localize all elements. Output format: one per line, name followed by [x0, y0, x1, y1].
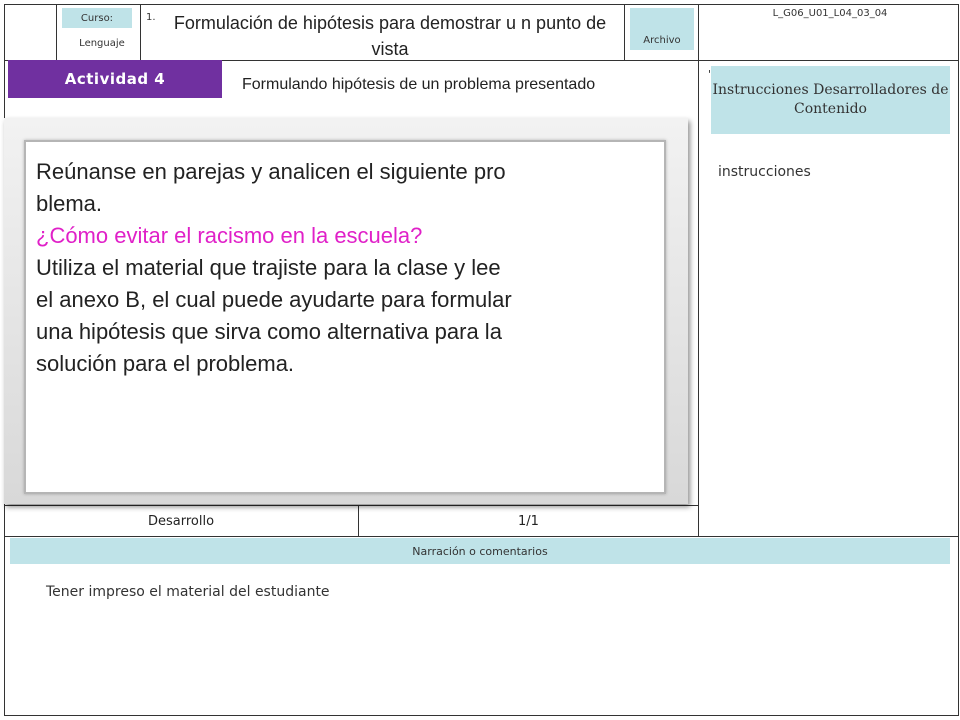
grid-line: [698, 4, 699, 536]
grid-line: [4, 715, 959, 716]
grid-line: [140, 4, 141, 60]
grid-line: [4, 536, 959, 537]
stage-label: Desarrollo: [147, 513, 215, 529]
grid-line: [624, 4, 625, 60]
grid-line: [4, 4, 959, 5]
card-line: una hipótesis que sirva como alternativa…: [36, 319, 502, 344]
card-line: Reúnanse en parejas y analicen el siguie…: [36, 159, 506, 184]
grid-line: [958, 4, 959, 716]
page-indicator: 1/1: [518, 513, 539, 529]
grid-line: [56, 4, 57, 60]
instructions-text: instrucciones: [718, 164, 811, 180]
course-label: Curso:: [62, 8, 132, 28]
card-question: ¿Cómo evitar el racismo en la escuela?: [36, 223, 423, 248]
card-line: solución para el problema.: [36, 351, 295, 376]
narration-header: Narración o comentarios: [10, 538, 950, 564]
page-title: Formulación de hipótesis para demostrar …: [173, 13, 607, 59]
card-line: blema.: [36, 191, 103, 216]
activity-subtitle: Formulando hipótesis de un problema pres…: [242, 76, 596, 93]
card-text: Reúnanse en parejas y analicen el siguie…: [36, 156, 656, 380]
file-code: L_G06_U01_L04_03_04: [772, 8, 888, 19]
instructions-header: Instrucciones Desarrolladores de Conteni…: [711, 66, 950, 134]
card-line: el anexo B, el cual puede ayudarte para …: [36, 287, 512, 312]
file-label: Archivo: [630, 8, 694, 50]
course-value: Lenguaje: [79, 38, 125, 49]
card-line: Utiliza el material que trajiste para la…: [36, 255, 501, 280]
narration-text: Tener impreso el material del estudiante: [46, 584, 330, 600]
activity-tag: Actividad 4: [8, 60, 222, 98]
lesson-number: 1.: [146, 12, 156, 23]
